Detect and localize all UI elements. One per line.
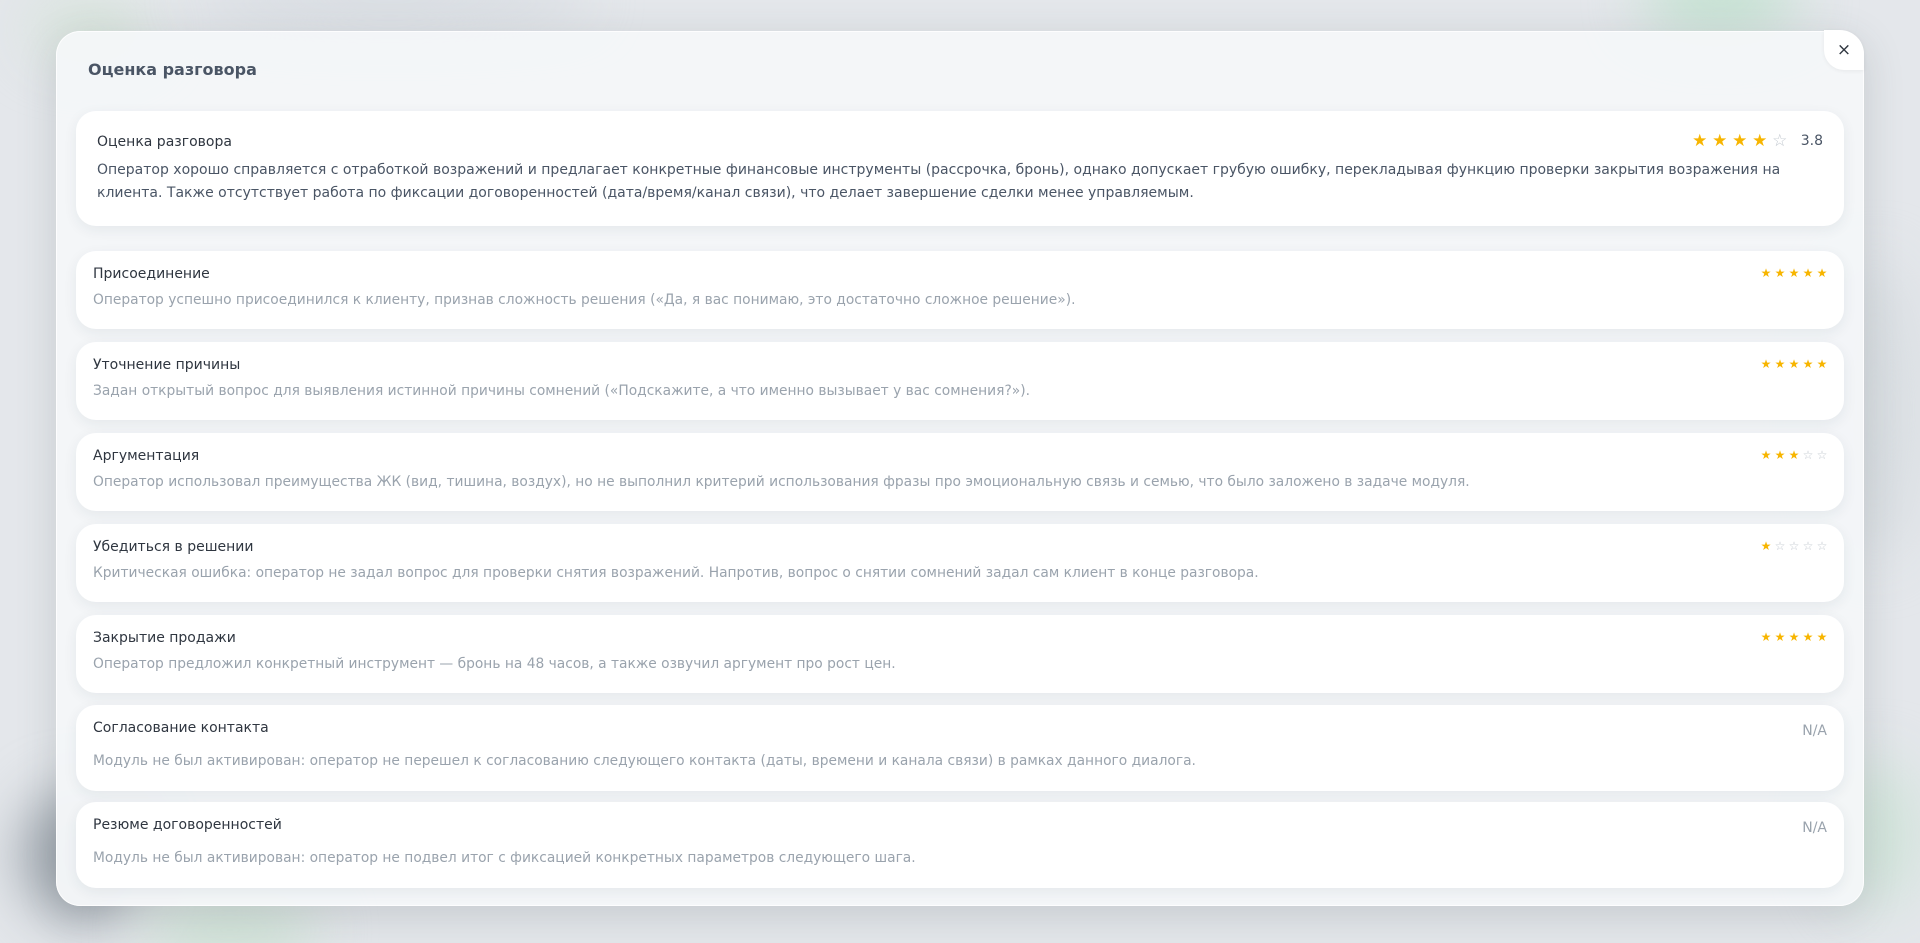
criterion-na-label: N/A: [1802, 723, 1827, 739]
star-icon: ★: [1692, 131, 1708, 151]
criterion-description: Модуль не был активирован: оператор не п…: [93, 850, 916, 866]
star-icon: ★: [1774, 266, 1786, 280]
star-icon: ☆: [1774, 539, 1786, 553]
criterion-card: Согласование контакта N/A Модуль не был ак…: [76, 705, 1844, 791]
star-icon: ☆: [1802, 448, 1814, 462]
star-icon: ★: [1732, 131, 1748, 151]
star-icon: ★: [1760, 357, 1772, 371]
star-icon: ☆: [1802, 539, 1814, 553]
criterion-card: Убедиться в решении ★ ☆ ☆ ☆ ☆ Критическая ошиб…: [76, 524, 1844, 602]
criterion-title: Резюме договоренностей: [93, 817, 282, 833]
criterion-card: Уточнение причины ★ ★ ★ ★ ★ Задан открытый воп…: [76, 342, 1844, 420]
criterion-card: Резюме договоренностей N/A Модуль не был а…: [76, 802, 1844, 888]
close-icon: ×: [1836, 40, 1852, 60]
summary-stars: ★ ★ ★ ★ ☆: [1691, 132, 1789, 150]
evaluation-modal: Оценка разговора × Оценка разговора ★ ★ ★ ★…: [56, 30, 1864, 906]
criterion-na-label: N/A: [1802, 820, 1827, 836]
star-icon: ★: [1774, 448, 1786, 462]
criterion-rating: ★ ★ ★ ★ ★: [1760, 630, 1828, 644]
criterion-title: Присоединение: [93, 266, 210, 282]
star-icon: ★: [1802, 357, 1814, 371]
star-icon: ★: [1774, 630, 1786, 644]
backdrop-blur: [190, 0, 590, 20]
star-icon: ★: [1774, 357, 1786, 371]
modal-title: Оценка разговора: [88, 60, 257, 79]
star-icon: ★: [1752, 131, 1768, 151]
criterion-description: Оператор предложил конкретный инструмент…: [93, 656, 896, 672]
criterion-card: Аргументация ★ ★ ★ ☆ ☆ Оператор использовал пр…: [76, 433, 1844, 511]
criterion-card: Присоединение ★ ★ ★ ★ ★ Оператор успешно присо…: [76, 251, 1844, 329]
backdrop-blur: [140, 900, 320, 943]
criterion-rating: ★ ☆ ☆ ☆ ☆: [1760, 539, 1828, 553]
criterion-title: Уточнение причины: [93, 357, 241, 373]
star-icon: ★: [1802, 266, 1814, 280]
star-icon: ★: [1816, 266, 1828, 280]
summary-text: Оператор хорошо справляется с отработкой…: [97, 162, 1781, 201]
star-icon: ★: [1802, 630, 1814, 644]
star-icon: ★: [1760, 539, 1772, 553]
star-icon: ★: [1760, 266, 1772, 280]
star-icon: ☆: [1816, 539, 1828, 553]
summary-rating: ★ ★ ★ ★ ☆ 3.8: [1691, 132, 1823, 150]
criterion-title: Согласование контакта: [93, 720, 269, 736]
criterion-rating: ★ ★ ★ ★ ★: [1760, 357, 1828, 371]
criterion-rating: ★ ★ ★ ★ ★: [1760, 266, 1828, 280]
summary-title: Оценка разговора: [97, 134, 232, 150]
star-icon: ☆: [1816, 448, 1828, 462]
criterion-title: Аргументация: [93, 448, 200, 464]
criterion-description: Оператор успешно присоединился к клиенту…: [93, 292, 1076, 308]
criterion-description: Модуль не был активирован: оператор не п…: [93, 753, 1196, 769]
summary-score: 3.8: [1800, 133, 1823, 149]
star-icon: ★: [1816, 357, 1828, 371]
star-icon: ★: [1788, 630, 1800, 644]
criterion-title: Убедиться в решении: [93, 539, 254, 555]
criterion-description: Оператор использовал преимущества ЖК (ви…: [93, 474, 1470, 490]
star-icon: ☆: [1772, 131, 1788, 151]
star-icon: ★: [1760, 448, 1772, 462]
criterion-description: Критическая ошибка: оператор не задал во…: [93, 565, 1259, 581]
star-icon: ★: [1712, 131, 1728, 151]
star-icon: ☆: [1788, 539, 1800, 553]
star-icon: ★: [1788, 266, 1800, 280]
backdrop-blur: [1640, 0, 1800, 30]
star-icon: ★: [1788, 448, 1800, 462]
star-icon: ★: [1816, 630, 1828, 644]
criterion-title: Закрытие продажи: [93, 630, 236, 646]
criterion-rating: ★ ★ ★ ☆ ☆: [1760, 448, 1828, 462]
star-icon: ★: [1760, 630, 1772, 644]
criterion-card: Закрытие продажи ★ ★ ★ ★ ★ Оператор предложил …: [76, 615, 1844, 693]
summary-card: Оценка разговора ★ ★ ★ ★ ☆ 3.8 Оператор хоро…: [76, 111, 1844, 226]
criterion-description: Задан открытый вопрос для выявления исти…: [93, 383, 1030, 399]
star-icon: ★: [1788, 357, 1800, 371]
